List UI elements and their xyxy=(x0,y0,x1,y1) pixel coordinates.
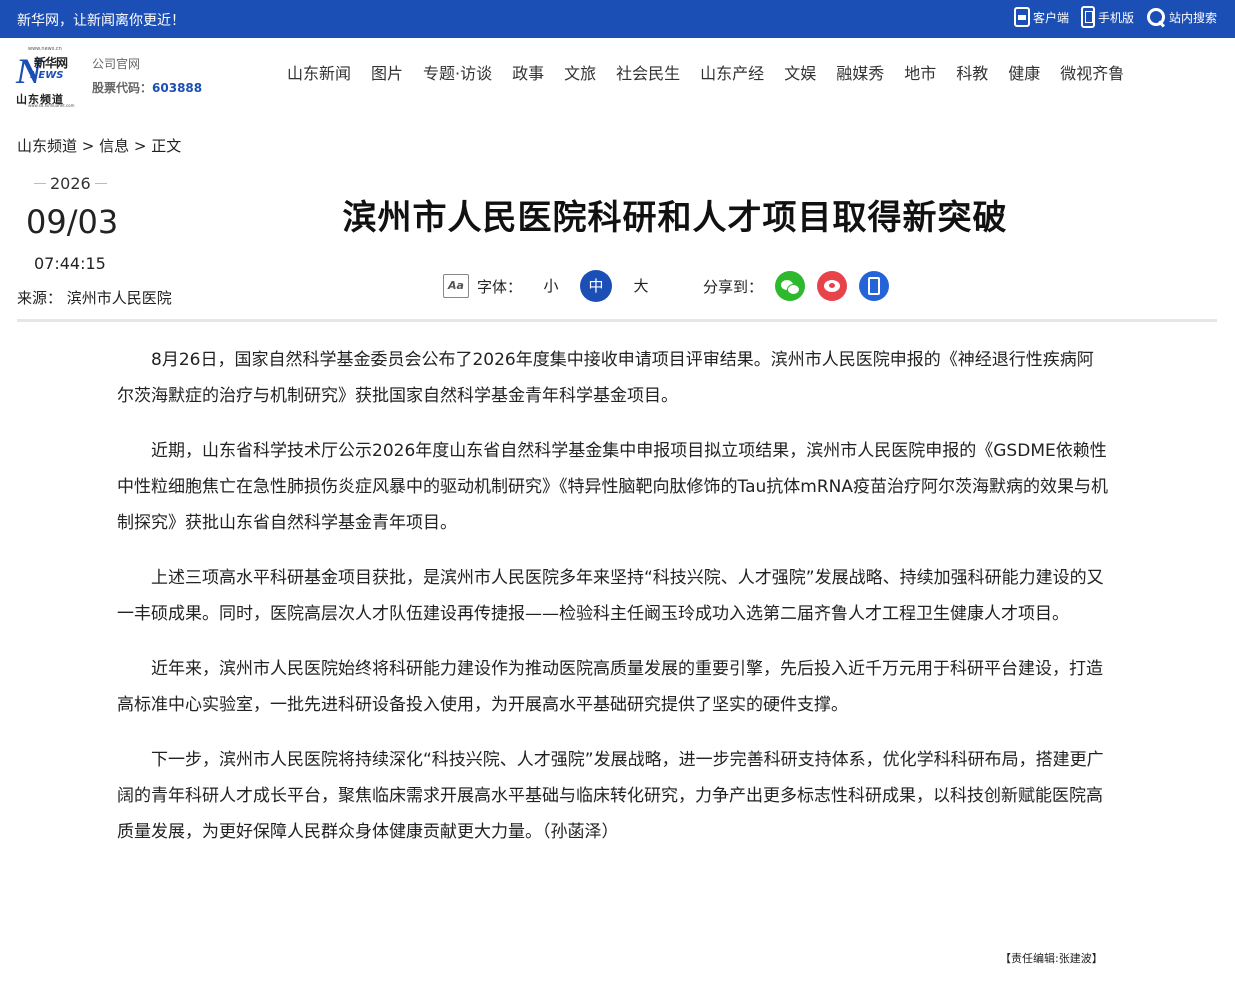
publish-month-day: 09/03 xyxy=(26,203,119,241)
breadcrumb-section[interactable]: 信息 xyxy=(99,137,129,155)
nav-item[interactable]: 山东产经 xyxy=(700,60,764,84)
mobile-link[interactable]: 手机版 xyxy=(1080,6,1134,28)
search-icon xyxy=(1146,7,1166,27)
mobile-label: 手机版 xyxy=(1097,10,1134,25)
stock-code: 股票代码：603888 xyxy=(92,76,202,100)
client-label: 客户端 xyxy=(1032,10,1069,25)
share-wechat-button[interactable] xyxy=(775,271,806,301)
top-tools: 客户端 手机版 站内搜索 xyxy=(1013,6,1217,28)
font-size-large[interactable]: 大 xyxy=(625,270,657,302)
responsible-editor: 【责任编辑:张建波】 xyxy=(1000,952,1103,965)
main-nav: 山东新闻 图片 专题·访谈 政事 文旅 社会民生 山东产经 文娱 融媒秀 地市 … xyxy=(287,60,1144,84)
logo-channel-url: www.sd.xinhuanet.com xyxy=(28,103,75,108)
client-link[interactable]: 客户端 xyxy=(1013,7,1069,27)
site-search-link[interactable]: 站内搜索 xyxy=(1146,7,1217,27)
stock-label: 股票代码： xyxy=(92,81,153,95)
article-paragraph: 近年来，滨州市人民医院始终将科研能力建设作为推动医院高质量发展的重要引擎，先后投… xyxy=(117,659,1103,715)
mobile-share-icon xyxy=(868,277,881,295)
nav-item[interactable]: 山东新闻 xyxy=(287,60,351,84)
nav-item[interactable]: 健康 xyxy=(1008,60,1040,84)
breadcrumb-home[interactable]: 山东频道 xyxy=(17,137,77,155)
wechat-icon xyxy=(781,279,801,295)
publish-year: 2026 xyxy=(34,174,107,193)
share-weibo-button[interactable] xyxy=(817,271,848,301)
nav-item[interactable]: 图片 xyxy=(371,60,403,84)
article-title: 滨州市人民医院科研和人才项目取得新突破 xyxy=(342,198,1008,238)
divider xyxy=(34,183,46,184)
publish-time: 07:44:15 xyxy=(34,254,106,273)
article-toolbar: Aa 字体： 小 中 大 分享到： xyxy=(443,270,901,302)
article-paragraph: 上述三项高水平科研基金项目获批，是滨州市人民医院多年来坚持“科技兴院、人才强院”… xyxy=(117,568,1104,624)
article-paragraph: 近期，山东省科学技术厅公示2026年度山东省自然科学基金集中申报项目拟立项结果，… xyxy=(117,441,1108,533)
nav-item[interactable]: 文旅 xyxy=(564,60,596,84)
share-label: 分享到： xyxy=(703,277,764,296)
share-mobile-button[interactable] xyxy=(859,271,890,301)
font-size-icon: Aa xyxy=(443,274,469,298)
weibo-icon xyxy=(824,280,841,292)
nav-item[interactable]: 专题·访谈 xyxy=(423,60,492,84)
breadcrumb-current: 正文 xyxy=(151,137,182,155)
search-label: 站内搜索 xyxy=(1168,10,1217,25)
nav-item[interactable]: 融媒秀 xyxy=(836,60,884,84)
nav-item[interactable]: 政事 xyxy=(512,60,544,84)
logo-news: NEWS xyxy=(30,70,64,81)
header-divider xyxy=(17,319,1217,322)
nav-item[interactable]: 文娱 xyxy=(784,60,816,84)
stock-code-value: 603888 xyxy=(152,81,203,95)
mobile-icon xyxy=(1080,6,1095,28)
corporate-info: 公司官网 股票代码：603888 xyxy=(92,52,202,100)
nav-item[interactable]: 微视齐鲁 xyxy=(1060,60,1124,84)
nav-item[interactable]: 地市 xyxy=(904,60,936,84)
breadcrumb: 山东频道 > 信息 > 正文 xyxy=(17,135,181,156)
font-size-small[interactable]: 小 xyxy=(535,270,567,302)
site-logo[interactable]: www.news.cn N 新华网 NEWS 山东频道 www.sd.xinhu… xyxy=(16,46,75,108)
article-paragraph: 下一步，滨州市人民医院将持续深化“科技兴院、人才强院”发展战略，进一步完善科研支… xyxy=(117,750,1104,842)
font-size-medium[interactable]: 中 xyxy=(580,270,613,302)
breadcrumb-separator: > xyxy=(129,137,152,155)
nav-item[interactable]: 科教 xyxy=(956,60,988,84)
article-body: 8月26日，国家自然科学基金委员会公布了2026年度集中接收申请项目评审结果。滨… xyxy=(117,342,1109,869)
top-bar: 新华网，让新闻离你更近！ 客户端 手机版 站内搜索 xyxy=(0,0,1235,38)
divider xyxy=(94,183,107,184)
article-source: 来源： 滨州市人民医院 xyxy=(17,289,172,307)
font-size-label: 字体： xyxy=(477,277,523,296)
site-slogan: 新华网，让新闻离你更近！ xyxy=(17,13,185,29)
nav-item[interactable]: 社会民生 xyxy=(616,60,680,84)
article-paragraph: 8月26日，国家自然科学基金委员会公布了2026年度集中接收申请项目评审结果。滨… xyxy=(117,350,1094,406)
official-site-link[interactable]: 公司官网 xyxy=(92,52,202,76)
breadcrumb-separator: > xyxy=(77,137,100,155)
client-icon xyxy=(1013,7,1030,27)
year-text: 2026 xyxy=(50,174,91,193)
logo-brand: 新华网 xyxy=(34,56,68,70)
